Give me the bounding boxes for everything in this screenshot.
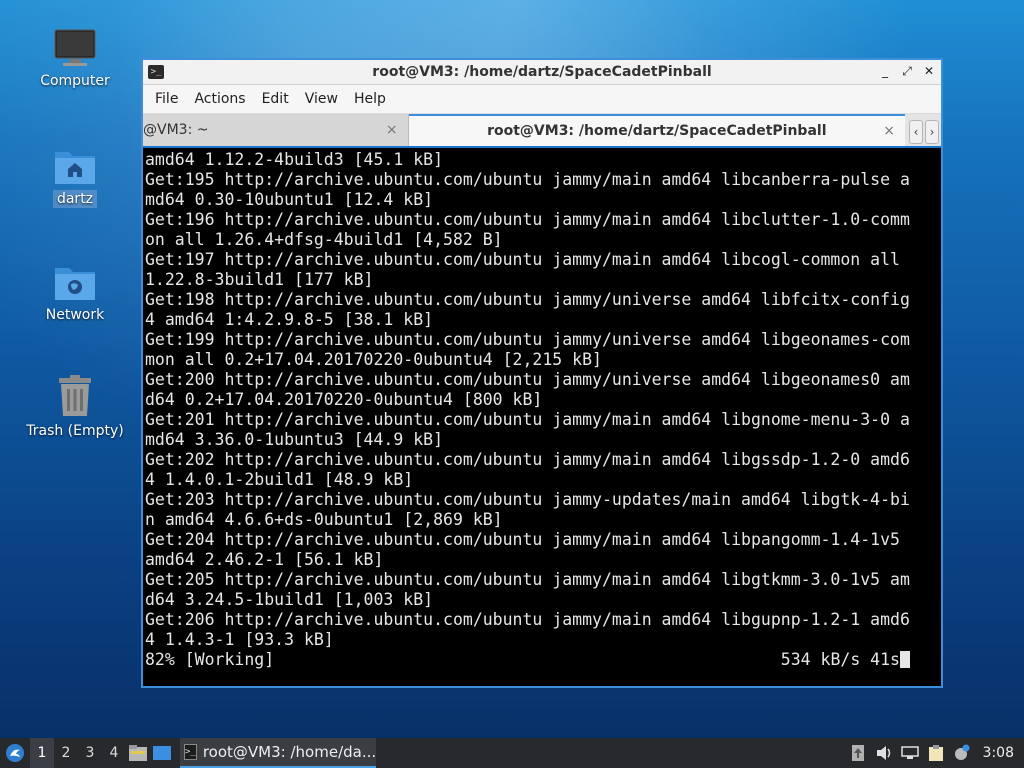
terminal-line: Get:202 http://archive.ubuntu.com/ubuntu… — [145, 450, 910, 469]
menu-edit[interactable]: Edit — [254, 91, 297, 107]
terminal-line: Get:198 http://archive.ubuntu.com/ubuntu… — [145, 290, 910, 309]
desktop-icon-label: Trash (Empty) — [26, 423, 124, 439]
clipboard-icon — [928, 745, 943, 761]
clock[interactable]: 3:08 — [975, 745, 1024, 761]
terminal-line: md64 0.30-10ubuntu1 [12.4 kB] — [145, 190, 434, 209]
terminal-line: Get:199 http://archive.ubuntu.com/ubuntu… — [145, 330, 910, 349]
desktop-icon-home[interactable]: dartz — [20, 140, 130, 208]
folder-icon — [129, 745, 147, 761]
terminal-line: d64 0.2+17.04.20170220-0ubuntu4 [800 kB] — [145, 390, 543, 409]
desktop-icon-label: dartz — [52, 190, 98, 208]
volume-tray-button[interactable] — [871, 738, 897, 768]
tab-label: @VM3: ~ — [143, 122, 209, 138]
file-manager-launcher[interactable] — [126, 738, 150, 768]
volume-icon — [876, 746, 890, 760]
terminal-line: Get:205 http://archive.ubuntu.com/ubuntu… — [145, 570, 910, 589]
tab-close-icon[interactable]: × — [883, 123, 895, 139]
status-speed: 534 kB/s 41s — [780, 650, 900, 669]
terminal-line: md64 3.36.0-1ubuntu3 [44.9 kB] — [145, 430, 444, 449]
terminal-line: Get:201 http://archive.ubuntu.com/ubuntu… — [145, 410, 910, 429]
lubuntu-logo-icon — [6, 744, 24, 762]
tab-label: root@VM3: /home/dartz/SpaceCadetPinball — [487, 123, 827, 139]
terminal-line: 4 amd64 1:4.2.9.8-5 [38.1 kB] — [145, 310, 434, 329]
tab-prev-button[interactable]: ‹ — [909, 120, 923, 144]
text-cursor — [900, 651, 910, 668]
system-tray: 3:08 — [845, 738, 1024, 768]
tab-bar: @VM3: ~ × root@VM3: /home/dartz/SpaceCad… — [143, 114, 941, 146]
menu-file[interactable]: File — [147, 91, 186, 107]
terminal-line: Get:206 http://archive.ubuntu.com/ubuntu… — [145, 610, 910, 629]
taskbar-window-label: root@VM3: /home/da... — [202, 743, 376, 761]
desktop-icon-computer[interactable]: Computer — [20, 22, 130, 90]
trash-icon — [59, 375, 91, 416]
terminal-line: Get:204 http://archive.ubuntu.com/ubuntu… — [145, 530, 900, 549]
tab-home[interactable]: @VM3: ~ × — [143, 114, 409, 146]
terminal-icon: >_ — [184, 744, 197, 760]
terminal-output[interactable]: amd64 1.12.2-4build3 [45.1 kB] Get:195 ht… — [143, 148, 941, 686]
maximize-button[interactable]: ⤢ — [899, 63, 915, 79]
minimize-button[interactable]: _ — [877, 63, 893, 79]
show-desktop-button[interactable] — [150, 738, 174, 768]
terminal-line: mon all 0.2+17.04.20170220-0ubuntu4 [2,2… — [145, 350, 602, 369]
terminal-line: Get:195 http://archive.ubuntu.com/ubuntu… — [145, 170, 910, 189]
computer-icon — [54, 29, 96, 66]
terminal-window: >_ root@VM3: /home/dartz/SpaceCadetPinba… — [141, 58, 943, 688]
desktop-icon-label: Computer — [40, 73, 110, 89]
window-titlebar[interactable]: >_ root@VM3: /home/dartz/SpaceCadetPinba… — [143, 60, 941, 85]
notifications-tray-button[interactable] — [949, 738, 975, 768]
workspace-3[interactable]: 3 — [78, 738, 102, 768]
status-progress: 82% [Working] — [145, 650, 275, 669]
menu-actions[interactable]: Actions — [186, 91, 253, 107]
close-button[interactable]: ✕ — [921, 63, 937, 79]
terminal-line: amd64 1.12.2-4build3 [45.1 kB] — [145, 150, 444, 169]
start-menu-button[interactable] — [0, 738, 30, 768]
wired-network-icon — [900, 746, 919, 759]
workspace-1[interactable]: 1 — [30, 738, 54, 768]
desktop-icon-label: Network — [45, 307, 105, 323]
terminal-line: 4 1.4.0.1-2build1 [48.9 kB] — [145, 470, 414, 489]
status-line: 82% [Working] 534 kB/s 41s — [145, 650, 941, 670]
workspace-2[interactable]: 2 — [54, 738, 78, 768]
menu-help[interactable]: Help — [346, 91, 394, 107]
terminal-line: 1.22.8-3build1 [177 kB] — [145, 270, 374, 289]
taskbar-window-terminal[interactable]: >_ root@VM3: /home/da... — [180, 738, 376, 768]
terminal-line: 4 1.4.3-1 [93.3 kB] — [145, 630, 334, 649]
taskbar: 1 2 3 4 >_ root@VM3: /home/da... 3:08 — [0, 738, 1024, 768]
update-notifier-icon — [851, 745, 864, 761]
network-tray-button[interactable] — [897, 738, 923, 768]
terminal-line: Get:196 http://archive.ubuntu.com/ubuntu… — [145, 210, 910, 229]
terminal-line: Get:203 http://archive.ubuntu.com/ubuntu… — [145, 490, 910, 509]
tab-spacecadetpinball[interactable]: root@VM3: /home/dartz/SpaceCadetPinball … — [408, 114, 905, 146]
terminal-line: Get:200 http://archive.ubuntu.com/ubuntu… — [145, 370, 910, 389]
tab-next-button[interactable]: › — [925, 120, 939, 144]
terminal-line: n amd64 4.6.6+ds-0ubuntu1 [2,869 kB] — [145, 510, 503, 529]
menu-bar: File Actions Edit View Help — [143, 85, 941, 114]
workspace-4[interactable]: 4 — [102, 738, 126, 768]
terminal-line: d64 3.24.5-1build1 [1,003 kB] — [145, 590, 434, 609]
tab-close-icon[interactable]: × — [386, 122, 398, 138]
network-folder-icon — [55, 268, 95, 300]
desktop-icon-network[interactable]: Network — [20, 256, 130, 324]
terminal-line: amd64 2.46.2-1 [56.1 kB] — [145, 550, 384, 569]
notification-icon — [954, 744, 970, 760]
terminal-line: on all 1.26.4+dfsg-4build1 [4,582 B] — [145, 230, 503, 249]
desktop-icon-trash[interactable]: Trash (Empty) — [20, 372, 130, 440]
menu-view[interactable]: View — [297, 91, 346, 107]
clipboard-tray-button[interactable] — [923, 738, 949, 768]
terminal-line: Get:197 http://archive.ubuntu.com/ubuntu… — [145, 250, 900, 269]
window-title: root@VM3: /home/dartz/SpaceCadetPinball — [372, 64, 712, 80]
home-folder-icon — [55, 152, 95, 184]
desktop-icon — [153, 746, 171, 760]
updates-tray-button[interactable] — [845, 738, 871, 768]
